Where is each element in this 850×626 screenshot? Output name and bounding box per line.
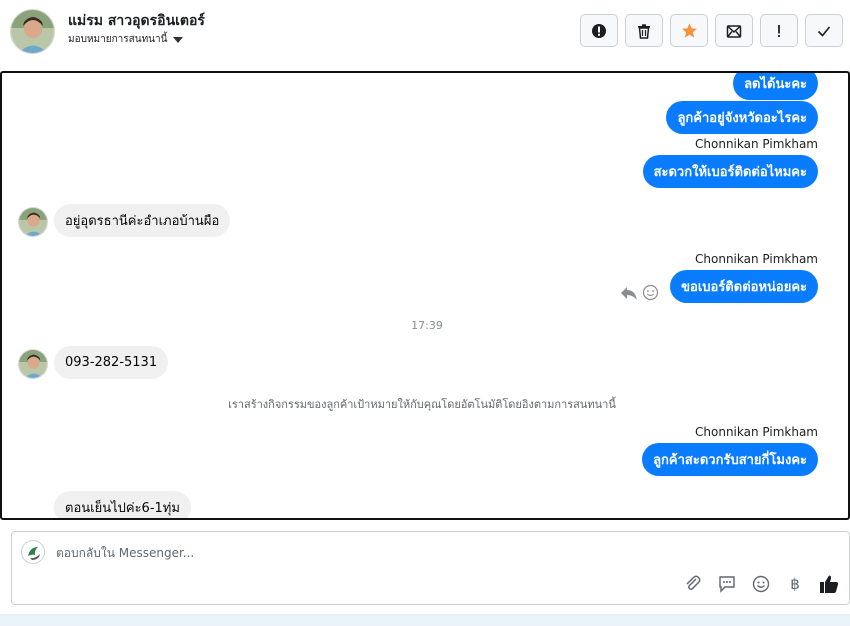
trash-icon: [638, 23, 650, 39]
message-outgoing: ลดได้นะคะ: [733, 73, 818, 100]
message-incoming: 093-282-5131: [54, 346, 169, 379]
assign-conversation-dropdown[interactable]: มอบหมายการสนทนานี้: [68, 32, 184, 47]
message-outgoing: ลูกค้าสะดวกรับสายกี่โมงคะ: [642, 443, 818, 476]
follow-up-button[interactable]: [760, 14, 798, 47]
sender-name: Chonnikan Pimkham: [695, 425, 818, 439]
chevron-down-icon: [173, 36, 184, 43]
check-icon: [817, 25, 831, 37]
assign-label: มอบหมายการสนทนานี้: [68, 34, 168, 45]
message-incoming: ตอนเย็นไปค่ะ6-1ทุ่ม: [54, 491, 191, 518]
reply-input[interactable]: [56, 544, 656, 562]
contact-avatar-small: [18, 207, 48, 237]
contact-avatar-small: [18, 349, 48, 379]
envelope-icon: [726, 24, 742, 38]
contact-name: แม่รม สาวอุดรอินเตอร์: [68, 13, 205, 29]
message-outgoing: สะดวกให้เบอร์ติดต่อไหมคะ: [642, 155, 818, 188]
emoji-reaction-icon[interactable]: [642, 284, 659, 301]
composer-tools: ฿: [683, 574, 839, 594]
message-actions: [620, 284, 659, 301]
reply-icon[interactable]: [620, 285, 638, 301]
spam-button[interactable]: [580, 14, 618, 47]
baht-icon[interactable]: ฿: [785, 574, 805, 594]
comment-icon[interactable]: [717, 574, 737, 594]
footer-strip: [0, 614, 850, 626]
thumbs-up-icon[interactable]: [819, 574, 839, 594]
sender-name: Chonnikan Pimkham: [695, 137, 818, 151]
message-outgoing: ลูกค้าอยู่จังหวัดอะไรคะ: [666, 101, 818, 134]
contact-avatar[interactable]: [10, 9, 55, 54]
message-outgoing: ขอเบอร์ติดต่อหน่อยคะ: [670, 270, 818, 303]
alert-circle-icon: [592, 23, 606, 38]
conversation-toolbar: [580, 14, 843, 47]
conversation-header: แม่รม สาวอุดรอินเตอร์ มอบหมายการสนทนานี้: [0, 0, 850, 66]
star-icon: [681, 23, 697, 38]
star-button[interactable]: [670, 14, 708, 47]
reply-composer: ฿: [11, 531, 850, 605]
page-avatar: [21, 540, 45, 564]
done-button[interactable]: [805, 14, 843, 47]
delete-button[interactable]: [625, 14, 663, 47]
conversation-view: แม่รม สาวอุดรอินเตอร์ มอบหมายการสนทนานี้: [0, 0, 850, 626]
message-timestamp: 17:39: [411, 319, 443, 332]
message-thread[interactable]: ลดได้นะคะ ลูกค้าอยู่จังหวัดอะไรคะ Chonni…: [0, 71, 850, 520]
paperclip-icon[interactable]: [683, 574, 703, 594]
system-notice: เราสร้างกิจกรรมของลูกค้าเป้าหมายให้กับคุ…: [228, 398, 616, 411]
message-incoming: อยู่อุดรธานีค่ะอำเภอบ้านผือ: [54, 204, 231, 237]
exclamation-icon: [778, 24, 780, 37]
emoji-icon[interactable]: [751, 574, 771, 594]
sender-name: Chonnikan Pimkham: [695, 252, 818, 266]
mark-unread-button[interactable]: [715, 14, 753, 47]
